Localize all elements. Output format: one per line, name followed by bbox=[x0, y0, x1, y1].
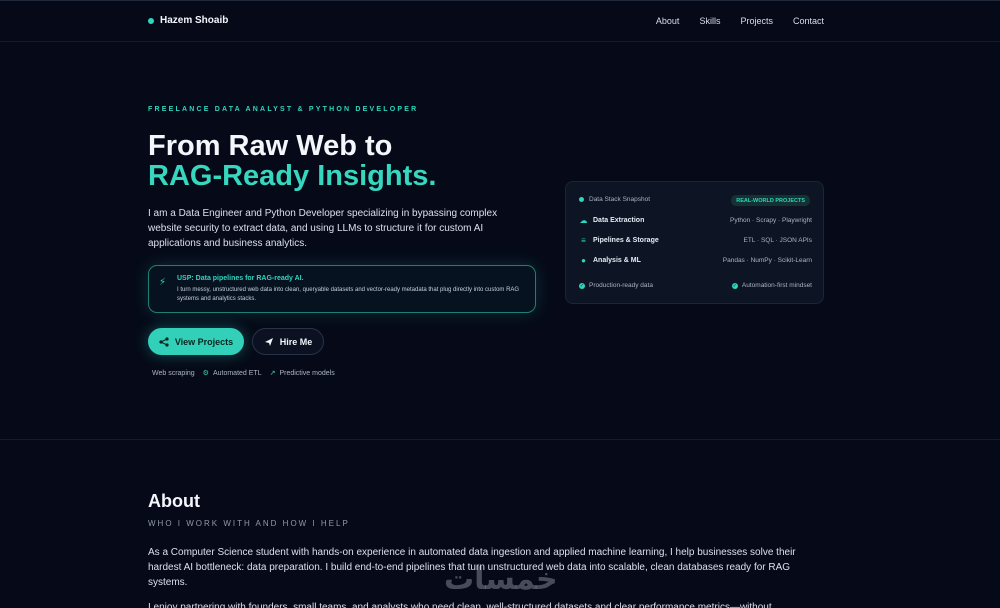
card-row-extraction: ☁ Data Extraction Python · Scrapy · Play… bbox=[579, 216, 813, 225]
check-icon: ✓ bbox=[579, 282, 585, 289]
hero-title-line1: From Raw Web to bbox=[148, 130, 393, 162]
about-paragraph-2: I enjoy partnering with founders, small … bbox=[148, 602, 772, 608]
hero-tags: Web scraping ⚙ Automated ETL ↗ Predictive … bbox=[152, 369, 335, 378]
status-dot-icon bbox=[579, 197, 584, 202]
tag-automated-etl: ⚙ Automated ETL bbox=[202, 369, 262, 378]
row-left: ≡ Pipelines & Storage bbox=[579, 236, 659, 245]
footer-left-label: Production-ready data bbox=[589, 282, 653, 289]
tag-predictive-models: ↗ Predictive models bbox=[269, 369, 335, 378]
nav-link-about[interactable]: About bbox=[656, 16, 680, 26]
section-divider bbox=[0, 439, 1000, 440]
gears-icon: ⚙ bbox=[202, 370, 209, 377]
card-title: Data Stack Snapshot bbox=[589, 196, 651, 203]
row-value: ETL · SQL · JSON APIs bbox=[743, 237, 812, 244]
view-projects-button[interactable]: View Projects bbox=[148, 328, 244, 355]
nav-link-skills[interactable]: Skills bbox=[699, 16, 720, 26]
top-nav: Hazem Shoaib About Skills Projects Conta… bbox=[0, 0, 1000, 42]
row-left: ☁ Data Extraction bbox=[579, 216, 645, 225]
nav-links: About Skills Projects Contact bbox=[656, 16, 824, 26]
check-icon: ✓ bbox=[731, 282, 738, 289]
usp-title: USP: Data pipelines for RAG-ready AI. bbox=[177, 275, 304, 282]
row-value: Pandas · NumPy · Scikit-Learn bbox=[722, 257, 812, 264]
bolt-icon: ⚡ bbox=[159, 277, 167, 288]
status-badge: REAL-WORLD PROJECTS bbox=[731, 195, 810, 206]
hire-me-label: Hire Me bbox=[279, 336, 313, 347]
chart-line-icon: ↗ bbox=[269, 370, 276, 377]
row-label: Analysis & ML bbox=[593, 257, 641, 264]
cloud-icon: ☁ bbox=[579, 216, 588, 225]
about-subtitle: WHO I WORK WITH AND HOW I HELP bbox=[148, 519, 350, 528]
network-icon bbox=[159, 336, 169, 347]
tag-web-scraping: Web scraping bbox=[152, 370, 195, 377]
khamsat-watermark: خمسات bbox=[444, 562, 558, 597]
row-value: Python · Scrapy · Playwright bbox=[729, 217, 812, 224]
footer-right-label: Automation-first mindset bbox=[741, 282, 812, 289]
card-header: Data Stack Snapshot bbox=[579, 196, 650, 203]
card-row-pipelines: ≡ Pipelines & Storage ETL · SQL · JSON A… bbox=[579, 236, 812, 245]
send-icon bbox=[264, 337, 273, 346]
brand-dot-icon bbox=[148, 17, 154, 24]
row-left: ● Analysis & ML bbox=[579, 256, 641, 265]
brand-name: Hazem Shoaib bbox=[160, 15, 229, 26]
about-title: About bbox=[148, 491, 200, 511]
hero-title-line2: RAG-Ready Insights. bbox=[148, 160, 437, 192]
database-icon: ≡ bbox=[581, 236, 586, 245]
brain-icon: ● bbox=[581, 256, 586, 265]
card-footer: ✓ Production-ready data ✓ Automation-fir… bbox=[579, 282, 812, 289]
card-row-analysis: ● Analysis & ML Pandas · NumPy · Scikit-… bbox=[579, 256, 812, 265]
usp-box: ⚡ USP: Data pipelines for RAG-ready AI. … bbox=[148, 265, 536, 313]
hero-lead: I am a Data Engineer and Python Develope… bbox=[148, 208, 498, 249]
footer-item-right: ✓ Automation-first mindset bbox=[731, 282, 812, 289]
brand[interactable]: Hazem Shoaib bbox=[148, 15, 228, 26]
tag-label: Web scraping bbox=[152, 369, 195, 377]
footer-item-left: ✓ Production-ready data bbox=[579, 282, 653, 289]
view-projects-label: View Projects bbox=[174, 336, 234, 347]
nav-link-contact[interactable]: Contact bbox=[793, 16, 824, 26]
row-label: Data Extraction bbox=[593, 217, 645, 224]
hire-me-button[interactable]: Hire Me bbox=[252, 328, 324, 355]
hero-eyebrow: FREELANCE DATA ANALYST & PYTHON DEVELOPE… bbox=[148, 106, 419, 113]
hero-title: From Raw Web to RAG-Ready Insights. bbox=[148, 131, 436, 191]
row-label: Pipelines & Storage bbox=[593, 237, 659, 244]
data-stack-card: Data Stack Snapshot REAL-WORLD PROJECTS … bbox=[565, 181, 824, 304]
tag-label: Automated ETL bbox=[212, 369, 262, 377]
tag-label: Predictive models bbox=[279, 369, 335, 377]
nav-link-projects[interactable]: Projects bbox=[740, 16, 773, 26]
usp-text: I turn messy, unstructured web data into… bbox=[177, 287, 520, 302]
